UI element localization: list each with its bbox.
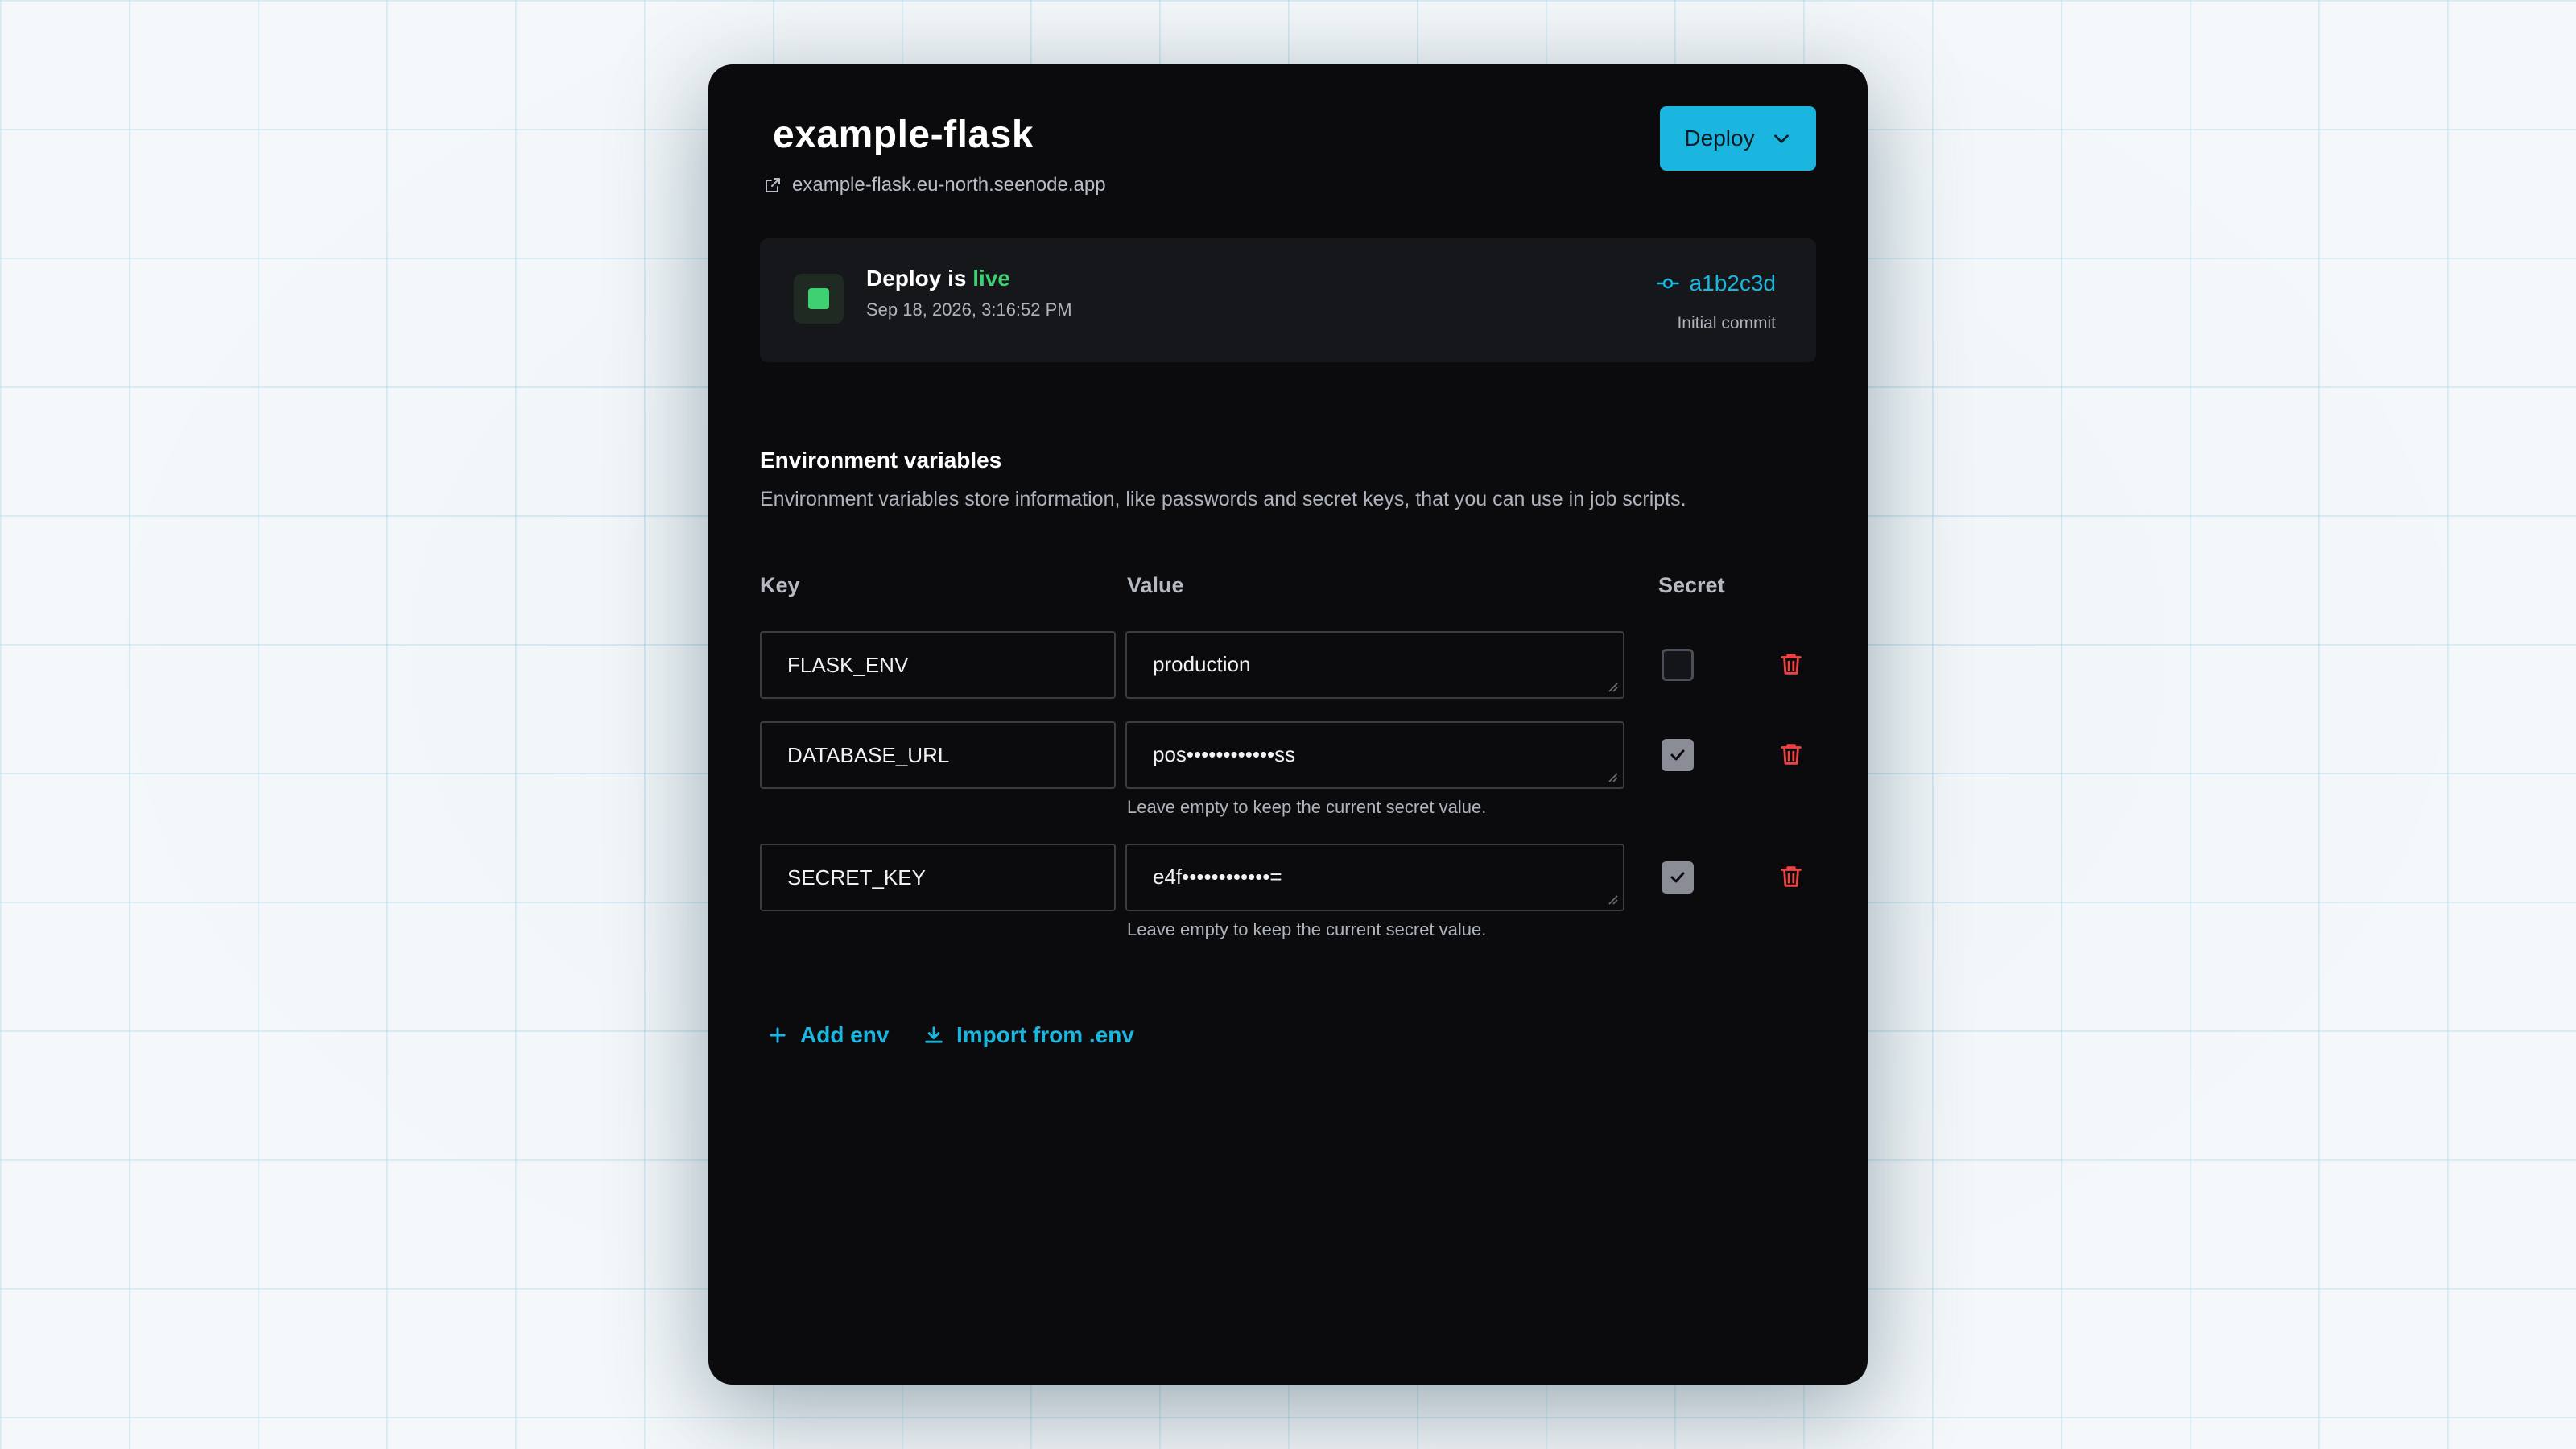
deploy-button[interactable]: Deploy <box>1660 106 1816 171</box>
column-header-key: Key <box>760 573 800 597</box>
plus-icon <box>770 1027 786 1043</box>
add-env-label: Add env <box>800 1022 890 1047</box>
env-key-value: SECRET_KEY <box>787 865 926 890</box>
commit-message: Initial commit <box>1677 314 1776 332</box>
check-icon <box>1670 872 1685 883</box>
env-key-value: FLASK_ENV <box>787 652 909 677</box>
resize-handle-icon[interactable] <box>1607 681 1618 692</box>
column-header-secret: Secret <box>1658 573 1725 597</box>
env-key-input[interactable]: DATABASE_URL <box>760 721 1116 789</box>
env-key-value: DATABASE_URL <box>787 742 950 767</box>
deploy-status-panel: Deploy is live Sep 18, 2026, 3:16:52 PM … <box>760 238 1816 362</box>
git-commit-icon <box>1656 278 1679 289</box>
download-icon <box>925 1026 943 1043</box>
secret-checkbox[interactable] <box>1662 861 1694 894</box>
env-value-text: pos••••••••••••ss <box>1153 742 1296 766</box>
app-title: example-flask <box>773 114 1034 156</box>
deploy-status-prefix: Deploy is <box>866 266 967 291</box>
resize-handle-icon[interactable] <box>1607 894 1618 905</box>
app-url-text: example-flask.eu-north.seenode.app <box>792 174 1106 196</box>
import-env-button[interactable]: Import from .env <box>923 1022 1134 1048</box>
resize-handle-icon[interactable] <box>1607 771 1618 782</box>
env-value-text: production <box>1153 652 1251 676</box>
deploy-timestamp: Sep 18, 2026, 3:16:52 PM <box>866 299 1072 320</box>
deploy-button-label: Deploy <box>1684 126 1755 151</box>
env-value-input[interactable]: e4f••••••••••••= <box>1125 844 1624 911</box>
chevron-down-icon <box>1773 134 1789 143</box>
trash-icon[interactable] <box>1777 863 1805 890</box>
app-card: example-flask example-flask.eu-north.see… <box>708 64 1868 1385</box>
live-status-icon <box>794 274 844 324</box>
env-value-input[interactable]: pos••••••••••••ss <box>1125 721 1624 789</box>
env-value-text: e4f••••••••••••= <box>1153 865 1282 889</box>
app-url-link[interactable]: example-flask.eu-north.seenode.app <box>763 174 1106 196</box>
trash-icon[interactable] <box>1777 650 1805 678</box>
check-icon <box>1670 749 1685 761</box>
external-link-icon <box>766 178 780 192</box>
trash-icon[interactable] <box>1777 741 1805 768</box>
secret-checkbox[interactable] <box>1662 739 1694 771</box>
env-key-input[interactable]: SECRET_KEY <box>760 844 1116 911</box>
commit-hash: a1b2c3d <box>1689 270 1776 295</box>
env-section-title: Environment variables <box>760 448 1002 473</box>
add-env-button[interactable]: Add env <box>766 1022 889 1048</box>
deploy-status-state: live <box>972 266 1010 291</box>
secret-hint: Leave empty to keep the current secret v… <box>1127 919 1487 939</box>
secret-checkbox[interactable] <box>1662 649 1694 681</box>
secret-hint: Leave empty to keep the current secret v… <box>1127 797 1487 817</box>
import-env-label: Import from .env <box>956 1022 1134 1047</box>
commit-link[interactable]: a1b2c3d <box>1656 270 1776 296</box>
env-section-description: Environment variables store information,… <box>760 488 1686 510</box>
deploy-status-text: Deploy is live <box>866 266 1010 291</box>
env-key-input[interactable]: FLASK_ENV <box>760 631 1116 699</box>
column-header-value: Value <box>1127 573 1184 597</box>
env-value-input[interactable]: production <box>1125 631 1624 699</box>
